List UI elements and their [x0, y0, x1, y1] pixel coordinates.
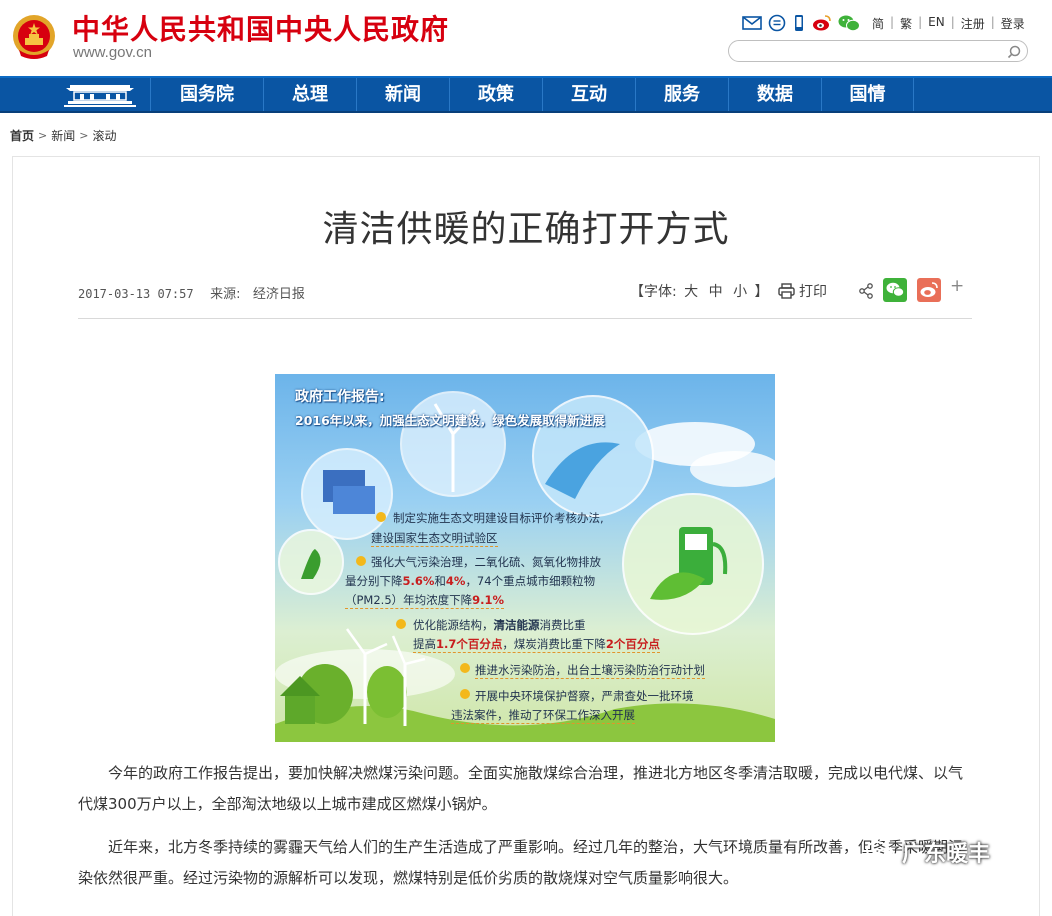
- search-box: [728, 40, 1028, 62]
- printer-icon: [778, 283, 795, 299]
- main-nav: 国务院 总理 新闻 政策 互动 服务 数据 国情: [0, 76, 1052, 113]
- register-link[interactable]: 注册: [961, 15, 985, 32]
- breadcrumb-rolling[interactable]: 滚动: [92, 127, 116, 144]
- font-label-open: 【字体:: [630, 284, 677, 300]
- text-span: 优化能源结构，: [413, 618, 494, 632]
- nav-item-premier[interactable]: 总理: [263, 78, 356, 111]
- highlight-term: 清洁能源: [493, 618, 540, 632]
- font-size-small[interactable]: 小: [733, 284, 747, 300]
- font-size-medium[interactable]: 中: [709, 284, 723, 300]
- home-gate-icon[interactable]: [60, 80, 140, 111]
- share-icon[interactable]: [858, 283, 874, 299]
- nav-item-state-council[interactable]: 国务院: [150, 78, 263, 111]
- infographic-item-5-line1: 开展中央环境保护督察，严肃查处一批环境: [475, 689, 694, 703]
- nav-item-national-info[interactable]: 国情: [821, 78, 914, 111]
- more-share-button[interactable]: +: [950, 276, 964, 296]
- print-label: 打印: [799, 284, 827, 300]
- message-icon[interactable]: [768, 14, 786, 32]
- weibo-icon[interactable]: [812, 14, 832, 32]
- text-span: 量分别下降: [345, 574, 403, 588]
- site-title[interactable]: 中华人民共和国中央人民政府: [72, 8, 449, 48]
- lang-links: 简 | 繁 | EN | 注册 | 登录: [872, 15, 1025, 32]
- text-span: 提高: [413, 637, 436, 651]
- font-size-large[interactable]: 大: [684, 284, 698, 300]
- highlight-value: 4%: [445, 574, 466, 588]
- source-label: 来源:: [210, 287, 241, 302]
- infographic-item-1-line2: 建设国家生态文明试验区: [371, 531, 498, 547]
- article-paragraph-1: 今年的政府工作报告提出，要加快解决燃煤污染问题。全面实施散煤综合治理，推进北方地…: [78, 764, 964, 813]
- infographic-item-1-line1: 制定实施生态文明建设目标评价考核办法,: [393, 511, 604, 525]
- highlight-value: 1.7个百分点: [436, 637, 503, 651]
- nav-item-news[interactable]: 新闻: [356, 78, 449, 111]
- infographic-subtitle: 2016年以来，加强生态文明建设，绿色发展取得新进展: [295, 413, 605, 428]
- text-span: （PM2.5）年均浓度下降: [345, 593, 473, 607]
- infographic-item-2-line1: 强化大气污染治理，二氧化硫、氮氧化物排放: [371, 555, 601, 569]
- share-wechat-button[interactable]: [883, 278, 907, 302]
- wechat-icon: [866, 841, 895, 863]
- publish-date: 2017-03-13 07:57: [78, 287, 194, 301]
- highlight-value: 5.6%: [402, 574, 435, 588]
- text-span: 消费比重: [539, 618, 586, 632]
- national-emblem-icon[interactable]: [11, 12, 57, 62]
- nav-item-policy[interactable]: 政策: [449, 78, 542, 111]
- breadcrumb: 首页 > 新闻 > 滚动: [10, 127, 116, 144]
- header-tool-icons: [742, 12, 860, 34]
- separator: |: [990, 15, 995, 29]
- nav-item-data[interactable]: 数据: [728, 78, 821, 111]
- wechat-icon[interactable]: [838, 14, 860, 32]
- text-span: ，74个重点城市细颗粒物: [465, 574, 596, 588]
- highlight-value: 9.1%: [472, 593, 505, 607]
- nav-item-services[interactable]: 服务: [635, 78, 728, 111]
- article-paragraph-2: 近年来，北方冬季持续的雾霾天气给人们的生产生活造成了严重影响。经过几年的整治，大…: [78, 838, 964, 887]
- highlight-value: 2个百分点: [605, 637, 660, 651]
- font-label-close: 】: [754, 284, 769, 300]
- separator: |: [918, 15, 923, 29]
- infographic-item-4: 推进水污染防治，出台土壤污染防治行动计划: [475, 663, 705, 679]
- infographic-item-2-line2: 量分别下降5.6%和4%，74个重点城市细颗粒物: [345, 573, 595, 589]
- chevron-right-icon: >: [38, 129, 48, 142]
- font-size-control: 【字体: 大 中 小 】: [630, 281, 769, 301]
- chevron-right-icon: >: [79, 129, 89, 142]
- source-name: 经济日报: [252, 287, 305, 302]
- wechat-watermark: 广东暖丰: [866, 836, 990, 868]
- infographic-title: 政府工作报告:: [295, 389, 385, 405]
- wechat-icon: [886, 282, 905, 297]
- text-span: ，煤炭消费比重下降: [502, 637, 606, 651]
- search-icon[interactable]: [1006, 44, 1022, 60]
- site-header: 中华人民共和国中央人民政府 www.gov.cn 简 | 繁 | EN | 注册…: [0, 0, 1052, 76]
- print-button[interactable]: 打印: [778, 281, 827, 301]
- lang-simplified-link[interactable]: 简: [872, 15, 884, 32]
- infographic-item-2-line3: （PM2.5）年均浓度下降9.1%: [345, 592, 505, 609]
- nav-item-interaction[interactable]: 互动: [542, 78, 635, 111]
- article-title: 清洁供暖的正确打开方式: [322, 209, 730, 250]
- watermark-text: 广东暖丰: [902, 842, 991, 867]
- breadcrumb-news[interactable]: 新闻: [51, 127, 75, 144]
- separator: |: [950, 15, 955, 29]
- breadcrumb-home[interactable]: 首页: [10, 127, 34, 144]
- article-meta: 2017-03-13 07:57 来源: 经济日报: [78, 283, 305, 302]
- text-span: 和: [434, 574, 446, 588]
- meta-divider: [78, 318, 972, 319]
- infographic-item-3-line1: 优化能源结构，清洁能源消费比重: [413, 617, 586, 633]
- lang-english-link[interactable]: EN: [928, 15, 945, 32]
- lang-traditional-link[interactable]: 繁: [900, 15, 912, 32]
- mobile-icon[interactable]: [792, 14, 806, 32]
- separator: |: [890, 15, 895, 29]
- share-weibo-button[interactable]: [917, 278, 941, 302]
- login-link[interactable]: 登录: [1001, 15, 1025, 32]
- infographic-item-3-line2: 提高1.7个百分点，煤炭消费比重下降2个百分点: [413, 636, 660, 653]
- site-domain: www.gov.cn: [73, 44, 152, 61]
- weibo-icon: [920, 282, 938, 297]
- article-infographic: 政府工作报告: 2016年以来，加强生态文明建设，绿色发展取得新进展 制定实施生…: [275, 374, 775, 742]
- infographic-item-5-line2: 违法案件，推动了环保工作深入开展: [451, 708, 635, 724]
- search-input[interactable]: [739, 43, 999, 59]
- mail-icon[interactable]: [742, 15, 762, 31]
